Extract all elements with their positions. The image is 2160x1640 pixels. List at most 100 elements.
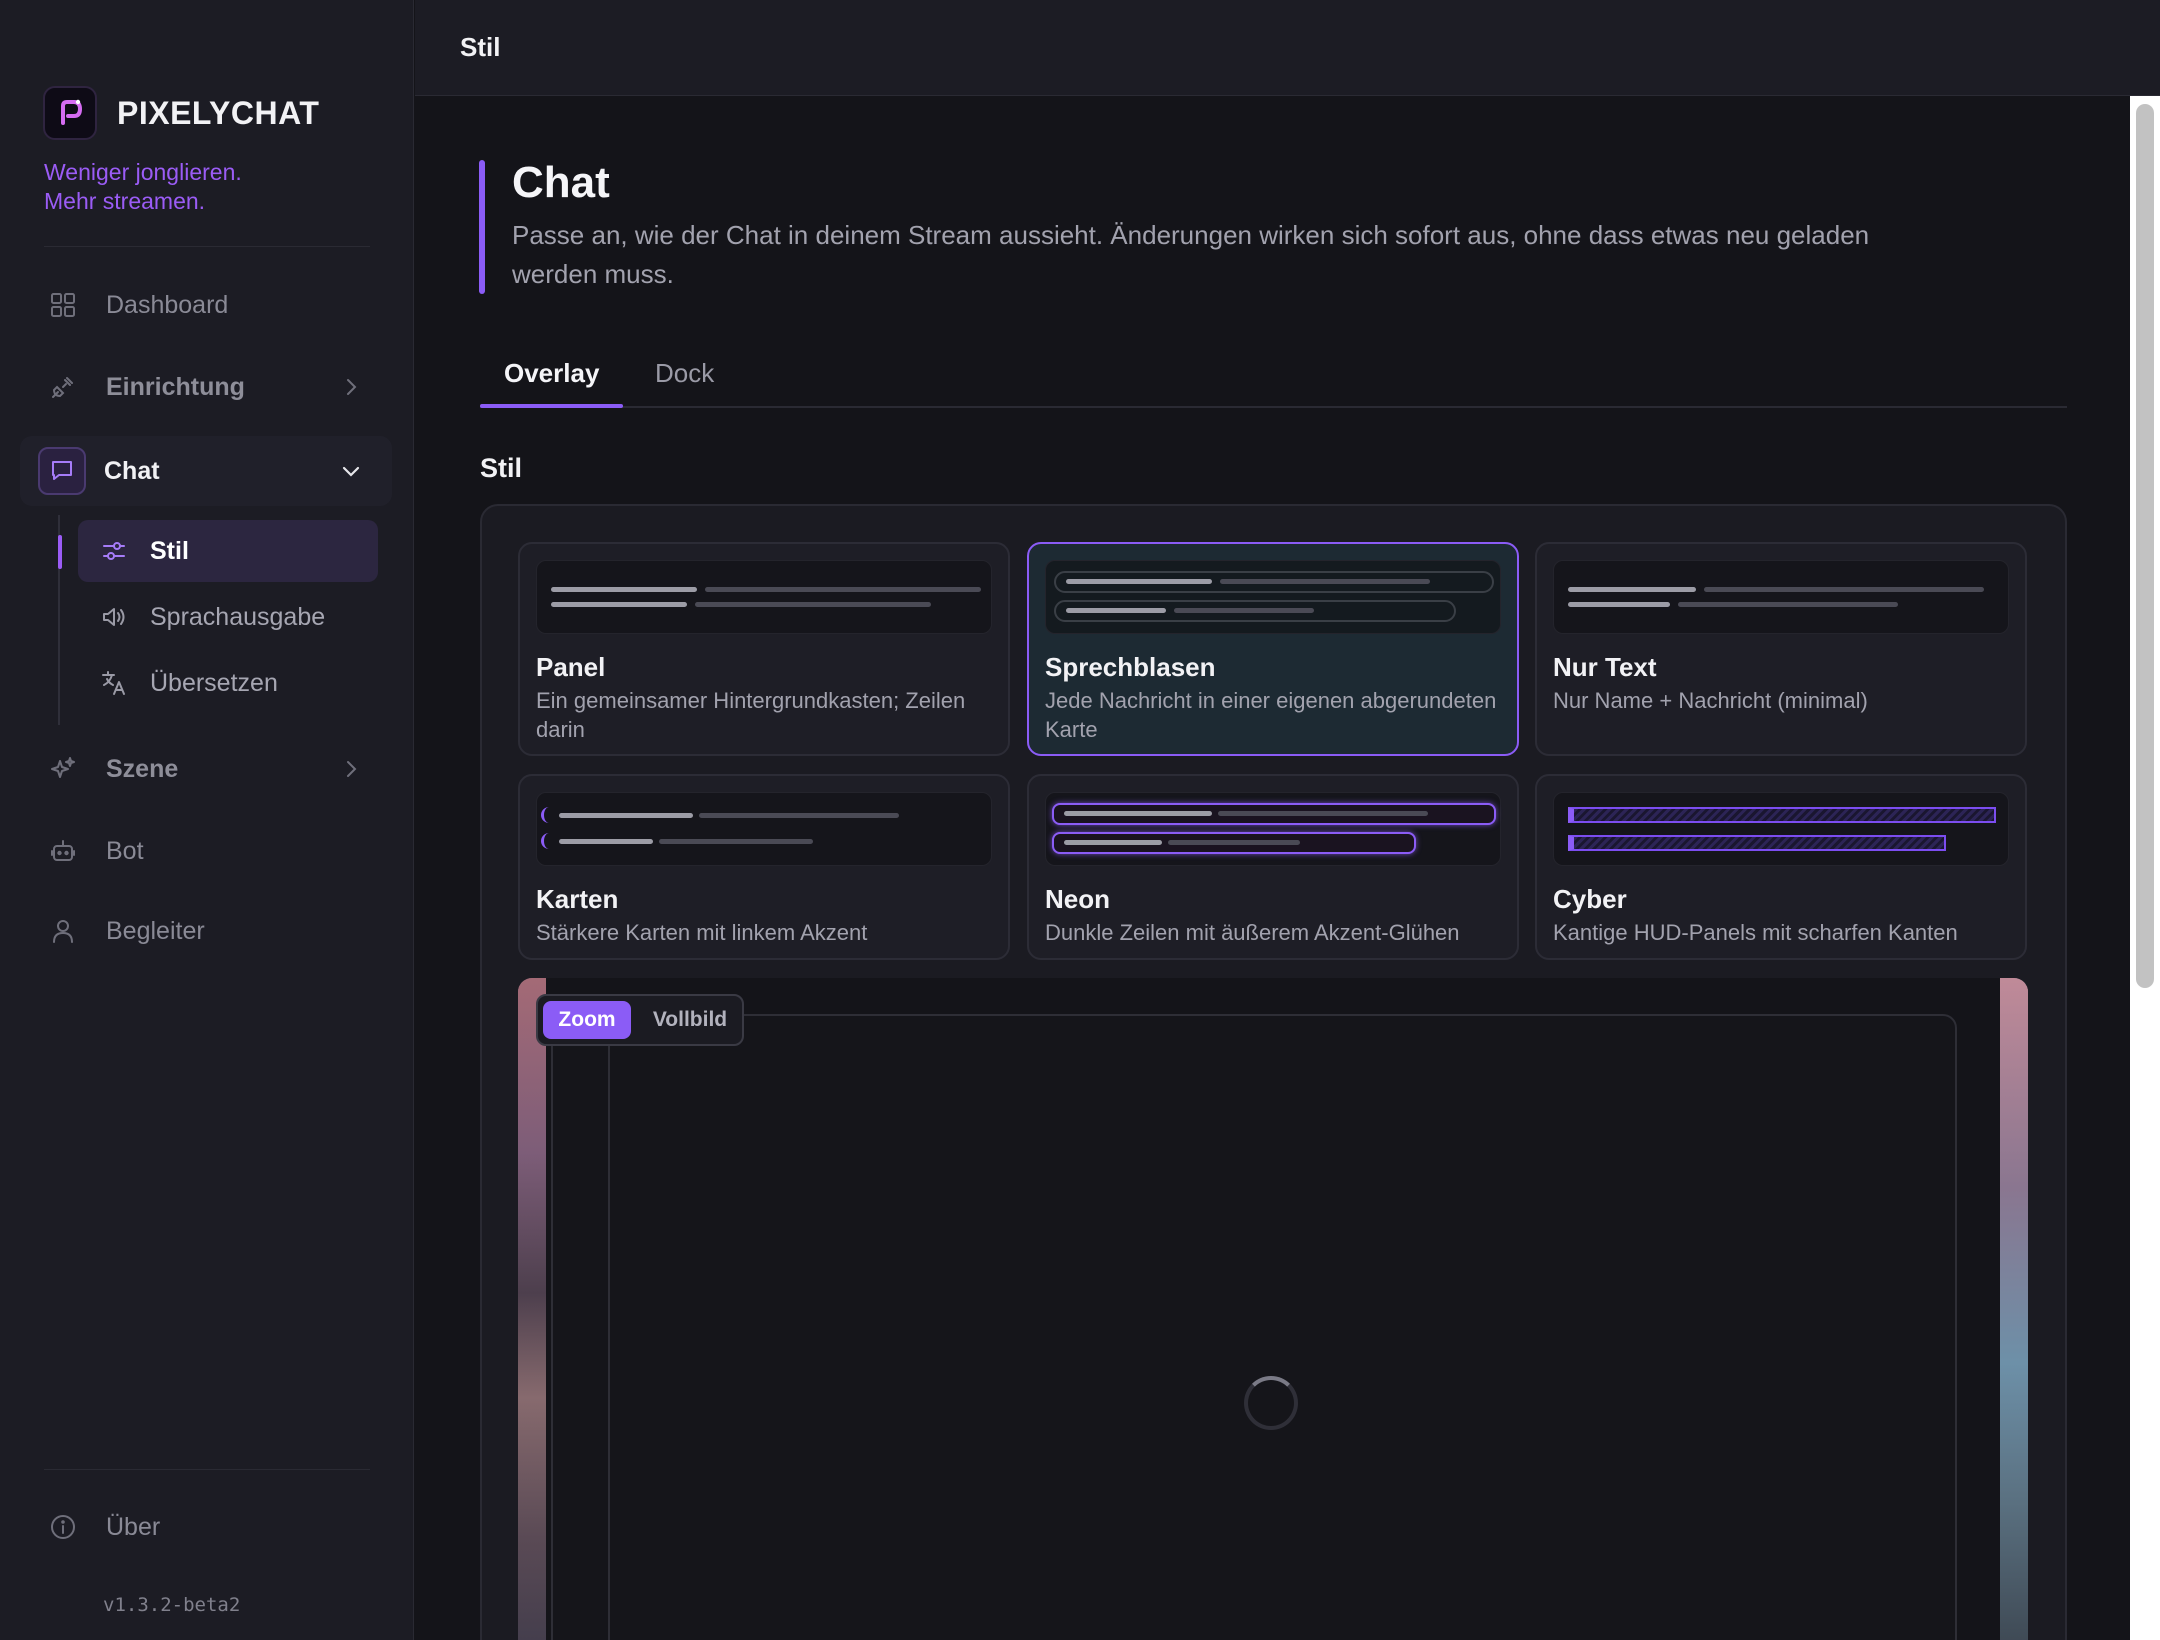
preview-frame-inner [608, 1016, 610, 1640]
sidebar-item-label: Chat [104, 456, 160, 485]
preview-line [695, 602, 931, 607]
style-preview [536, 560, 992, 634]
sidebar-item-bot[interactable]: Bot [20, 816, 392, 886]
scene-background-left [518, 978, 546, 1640]
loading-spinner-icon [1244, 1376, 1298, 1430]
sidebar-item-ueber[interactable]: Über [20, 1492, 392, 1562]
scrollbar-thumb[interactable] [2136, 104, 2154, 988]
sidebar-subitem-stil[interactable]: Stil [78, 520, 378, 582]
zoom-toggle: Zoom Vollbild [536, 994, 744, 1046]
overlay-preview: Zoom Vollbild [518, 978, 2028, 1640]
tab-dock[interactable]: Dock [655, 358, 714, 389]
style-card-description: Kantige HUD-Panels mit scharfen Kanten [1553, 920, 1958, 945]
style-card-description: Nur Name + Nachricht (minimal) [1553, 688, 1868, 713]
preview-line [1064, 811, 1212, 816]
style-card-panel[interactable]: Panel Ein gemeinsamer Hintergrundkasten;… [518, 542, 1010, 756]
info-icon [48, 1512, 78, 1542]
section-title: Stil [480, 453, 523, 483]
preview-line [1066, 608, 1166, 613]
style-card-neon[interactable]: Neon Dunkle Zeilen mit äußerem Akzent-Gl… [1027, 774, 1519, 960]
sidebar-item-chat[interactable]: Chat [20, 436, 392, 506]
app-version: v1.3.2-beta2 [103, 1594, 241, 1616]
preview-accent [541, 807, 549, 823]
style-card-description: Dunkle Zeilen mit äußerem Akzent-Glühen [1045, 920, 1460, 945]
app-name: PIXELYCHAT [117, 94, 320, 131]
zoom-button[interactable]: Zoom [543, 1001, 631, 1039]
preview-line [551, 587, 697, 592]
preview-line [1704, 587, 1984, 592]
tagline: Weniger jonglieren. Mehr streamen. [44, 158, 242, 216]
sidebar: PIXELYCHAT Weniger jonglieren. Mehr stre… [0, 0, 414, 1640]
style-card-title: Sprechblasen [1045, 652, 1216, 682]
tab-overlay[interactable]: Overlay [504, 358, 599, 389]
chevron-right-icon [347, 379, 357, 395]
user-icon [48, 916, 78, 946]
preview-line [1168, 840, 1300, 845]
style-card-description: Ein gemeinsamer Hintergrundkasten; Zeile… [536, 688, 966, 742]
sidebar-item-label: Begleiter [106, 916, 205, 945]
speaker-icon [100, 603, 128, 631]
sidebar-subitem-label: Stil [150, 536, 189, 565]
preview-frame [551, 1014, 1957, 1640]
plug-icon [48, 372, 78, 402]
style-card-title: Karten [536, 884, 619, 914]
sidebar-subitem-label: Übersetzen [150, 668, 278, 697]
preview-line [1568, 602, 1670, 607]
breadcrumb-title: Stil [460, 32, 501, 62]
preview-hud-panel [1568, 835, 1946, 851]
tagline-line-1: Weniger jonglieren. [44, 159, 242, 185]
robot-icon [48, 836, 78, 866]
preview-line [1066, 579, 1212, 584]
grid-icon [48, 290, 78, 320]
style-card-description: Jede Nachricht in einer eigenen abgerund… [1045, 688, 1497, 742]
header-accent-bar [479, 160, 485, 294]
sliders-icon [100, 537, 128, 565]
sidebar-subitem-label: Sprachausgabe [150, 602, 326, 631]
preview-accent [541, 833, 549, 849]
preview-line [551, 602, 687, 607]
tagline-line-2: Mehr streamen. [44, 188, 206, 214]
preview-line [705, 587, 981, 592]
active-indicator [58, 535, 62, 569]
pixelychat-logo-icon [43, 86, 97, 140]
style-preview [1045, 792, 1501, 866]
sidebar-item-label: Szene [106, 754, 179, 783]
sidebar-item-begleiter[interactable]: Begleiter [20, 896, 392, 966]
sidebar-subitem-sprachausgabe[interactable]: Sprachausgabe [78, 586, 378, 648]
tab-active-underline [480, 404, 623, 408]
brand[interactable]: PIXELYCHAT [43, 86, 319, 140]
style-card-title: Cyber [1553, 884, 1627, 914]
sidebar-item-szene[interactable]: Szene [20, 734, 392, 804]
tab-bar: Overlay Dock [480, 346, 2067, 408]
chat-bubble-icon [38, 447, 86, 495]
page-title: Chat [512, 158, 610, 207]
style-card-nur-text[interactable]: Nur Text Nur Name + Nachricht (minimal) [1535, 542, 2027, 756]
preview-line [1568, 587, 1696, 592]
preview-line [1064, 840, 1162, 845]
preview-line [1218, 811, 1428, 816]
preview-hud-panel [1568, 807, 1996, 823]
chevron-right-icon [347, 761, 357, 777]
style-card-sprechblasen[interactable]: Sprechblasen Jede Nachricht in einer eig… [1027, 542, 1519, 756]
style-card-description: Stärkere Karten mit linkem Akzent [536, 920, 868, 945]
sidebar-divider [44, 1469, 370, 1470]
preview-line [659, 839, 813, 844]
style-preview [1553, 560, 2009, 634]
fullscreen-button[interactable]: Vollbild [640, 1001, 740, 1039]
preview-line [699, 813, 899, 818]
sidebar-item-einrichtung[interactable]: Einrichtung [20, 352, 392, 422]
preview-line [1174, 608, 1314, 613]
topbar: Stil [415, 0, 2160, 96]
style-card-title: Nur Text [1553, 652, 1657, 682]
style-card-karten[interactable]: Karten Stärkere Karten mit linkem Akzent [518, 774, 1010, 960]
sparkles-icon [48, 754, 78, 784]
style-card-title: Panel [536, 652, 606, 682]
sidebar-subitem-uebersetzen[interactable]: Übersetzen [78, 652, 378, 714]
sidebar-item-dashboard[interactable]: Dashboard [20, 270, 392, 340]
style-preview [1045, 560, 1501, 634]
sidebar-divider [44, 246, 370, 247]
page-description: Passe an, wie der Chat in deinem Stream … [512, 220, 1870, 289]
style-preview [1553, 792, 2009, 866]
translate-icon [100, 669, 128, 697]
style-card-cyber[interactable]: Cyber Kantige HUD-Panels mit scharfen Ka… [1535, 774, 2027, 960]
